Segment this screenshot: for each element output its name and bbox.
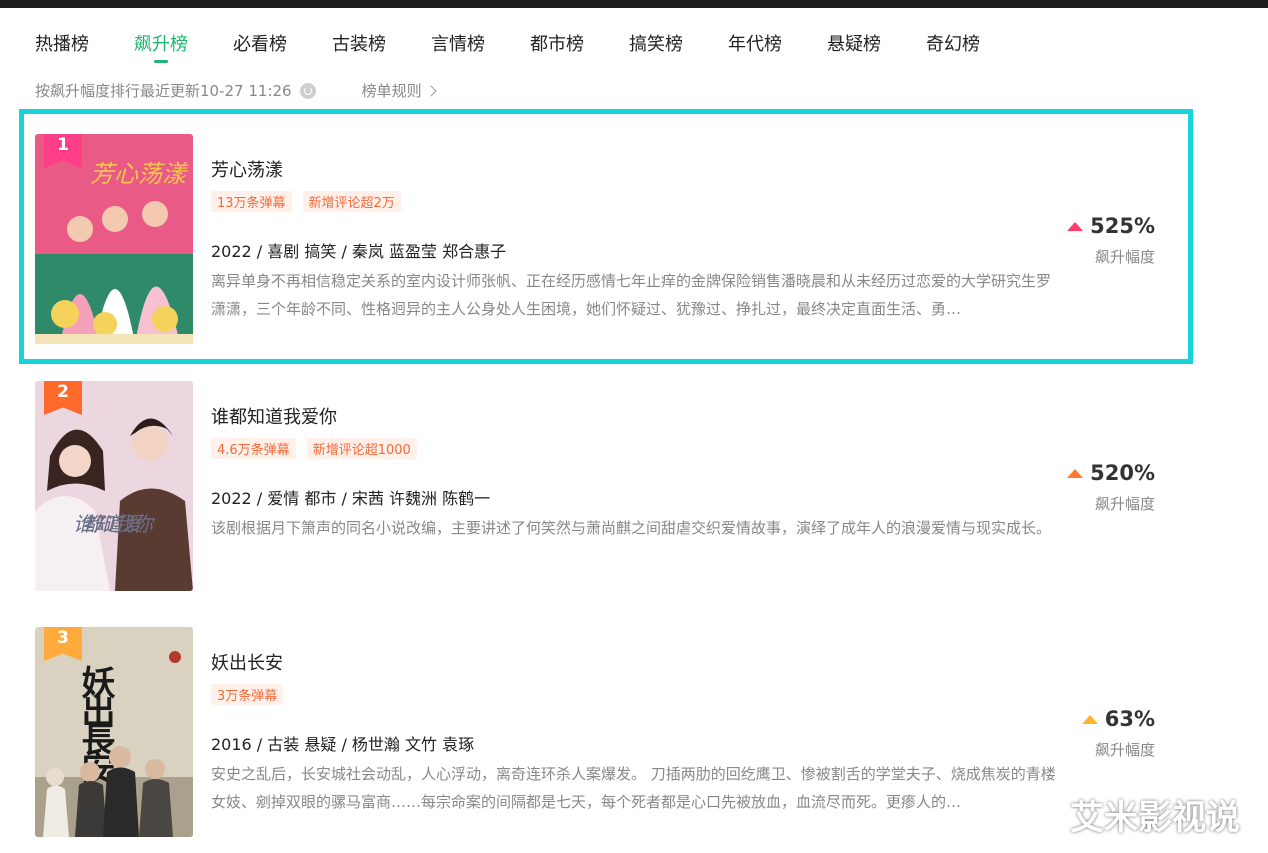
tab-romance[interactable]: 言情榜 xyxy=(431,30,530,64)
comment-tag: 新增评论超1000 xyxy=(306,438,417,459)
tab-fantasy[interactable]: 奇幻榜 xyxy=(926,30,1025,64)
tab-urban[interactable]: 都市榜 xyxy=(530,30,629,64)
poster-art: 谁都知道我爱你 xyxy=(35,381,193,591)
score-value: 520% xyxy=(1090,461,1155,485)
item-title[interactable]: 谁都知道我爱你 xyxy=(211,403,337,429)
sort-update-text: 按飙升幅度排行最近更新10-27 11:26 xyxy=(35,82,292,100)
rise-score: 63% 飙升幅度 xyxy=(1075,707,1155,760)
tab-rising[interactable]: 飙升榜 xyxy=(134,30,233,64)
item-meta: 2022 / 喜剧 搞笑 / 秦岚 蓝盈莹 郑合惠子 xyxy=(211,242,507,261)
danmu-tag: 4.6万条弹幕 xyxy=(211,438,296,459)
poster-title-text: 芳心荡漾 xyxy=(90,160,189,188)
chevron-right-icon xyxy=(424,84,437,97)
arrow-up-icon xyxy=(1067,221,1084,231)
tag-list: 13万条弹幕 新增评论超2万 xyxy=(211,191,412,212)
item-description: 该剧根据月下箫声的同名小说改编，主要讲述了何笑然与萧尚麒之间甜虐交织爱情故事，演… xyxy=(211,519,1052,537)
tag-list: 4.6万条弹幕 新增评论超1000 xyxy=(211,438,428,459)
rise-score: 520% 飙升幅度 xyxy=(1067,461,1155,514)
arrow-up-icon xyxy=(1081,714,1098,724)
score-value: 525% xyxy=(1090,214,1155,238)
arrow-up-icon xyxy=(1067,468,1084,478)
rise-score: 525% 飙升幅度 xyxy=(1067,214,1155,267)
rules-label: 榜单规则 xyxy=(361,82,422,100)
rules-link[interactable]: 榜单规则 xyxy=(361,80,437,101)
rank-item[interactable]: 妖出長安 3 妖出长安 3万条弹幕 2016 / 古装 悬疑 / 杨世瀚 文竹 … xyxy=(35,627,1165,839)
tab-costume[interactable]: 古装榜 xyxy=(332,30,431,64)
danmu-tag: 3万条弹幕 xyxy=(211,684,284,705)
item-meta: 2022 / 爱情 都市 / 宋茜 许魏洲 陈鹤一 xyxy=(211,489,491,508)
tag-list: 3万条弹幕 xyxy=(211,684,294,705)
tab-must-watch[interactable]: 必看榜 xyxy=(233,30,332,64)
item-description: 离异单身不再相信稳定关系的室内设计师张帆、正在经历感情七年止痒的金牌保险销售潘晓… xyxy=(211,272,1052,318)
comment-tag: 新增评论超2万 xyxy=(302,191,401,212)
poster-art: 芳心荡漾 xyxy=(35,134,193,344)
danmu-tag: 13万条弹幕 xyxy=(211,191,292,212)
poster-image[interactable]: 谁都知道我爱你 2 xyxy=(35,381,193,591)
tab-comedy[interactable]: 搞笑榜 xyxy=(629,30,728,64)
refresh-icon[interactable] xyxy=(299,82,316,99)
top-bar xyxy=(0,0,1268,8)
score-value: 63% xyxy=(1104,707,1155,731)
rank-item[interactable]: 谁都知道我爱你 2 谁都知道我爱你 4.6万条弹幕 新增评论超1000 2022… xyxy=(35,381,1165,593)
item-meta: 2016 / 古装 悬疑 / 杨世瀚 文竹 袁琢 xyxy=(211,735,475,754)
score-label: 飙升幅度 xyxy=(1094,495,1155,513)
watermark: 艾米影视说 xyxy=(1070,798,1240,838)
score-label: 飙升幅度 xyxy=(1094,741,1155,759)
poster-image[interactable]: 妖出長安 3 xyxy=(35,627,193,837)
poster-title-text: 谁都知道我爱你 xyxy=(73,512,156,536)
sort-bar: 按飙升幅度排行最近更新10-27 11:26 榜单规则 xyxy=(35,80,437,101)
poster-image[interactable]: 芳心荡漾 1 xyxy=(35,134,193,344)
rank-item[interactable]: 芳心荡漾 1 芳心荡漾 13万条弹幕 新增评论超2万 2022 / 喜剧 搞笑 … xyxy=(35,134,1165,346)
item-title[interactable]: 芳心荡漾 xyxy=(211,156,283,182)
poster-art: 妖出長安 xyxy=(35,627,193,837)
tab-period[interactable]: 年代榜 xyxy=(728,30,827,64)
tab-hot[interactable]: 热播榜 xyxy=(35,30,134,64)
item-title[interactable]: 妖出长安 xyxy=(211,649,283,675)
tab-mystery[interactable]: 悬疑榜 xyxy=(827,30,926,64)
ranking-tabs: 热播榜 飙升榜 必看榜 古装榜 言情榜 都市榜 搞笑榜 年代榜 悬疑榜 奇幻榜 xyxy=(35,30,1025,64)
item-description: 安史之乱后，长安城社会动乱，人心浮动，离奇连环杀人案爆发。 刀插两肋的回纥鹰卫、… xyxy=(211,765,1056,811)
score-label: 飙升幅度 xyxy=(1094,248,1155,266)
